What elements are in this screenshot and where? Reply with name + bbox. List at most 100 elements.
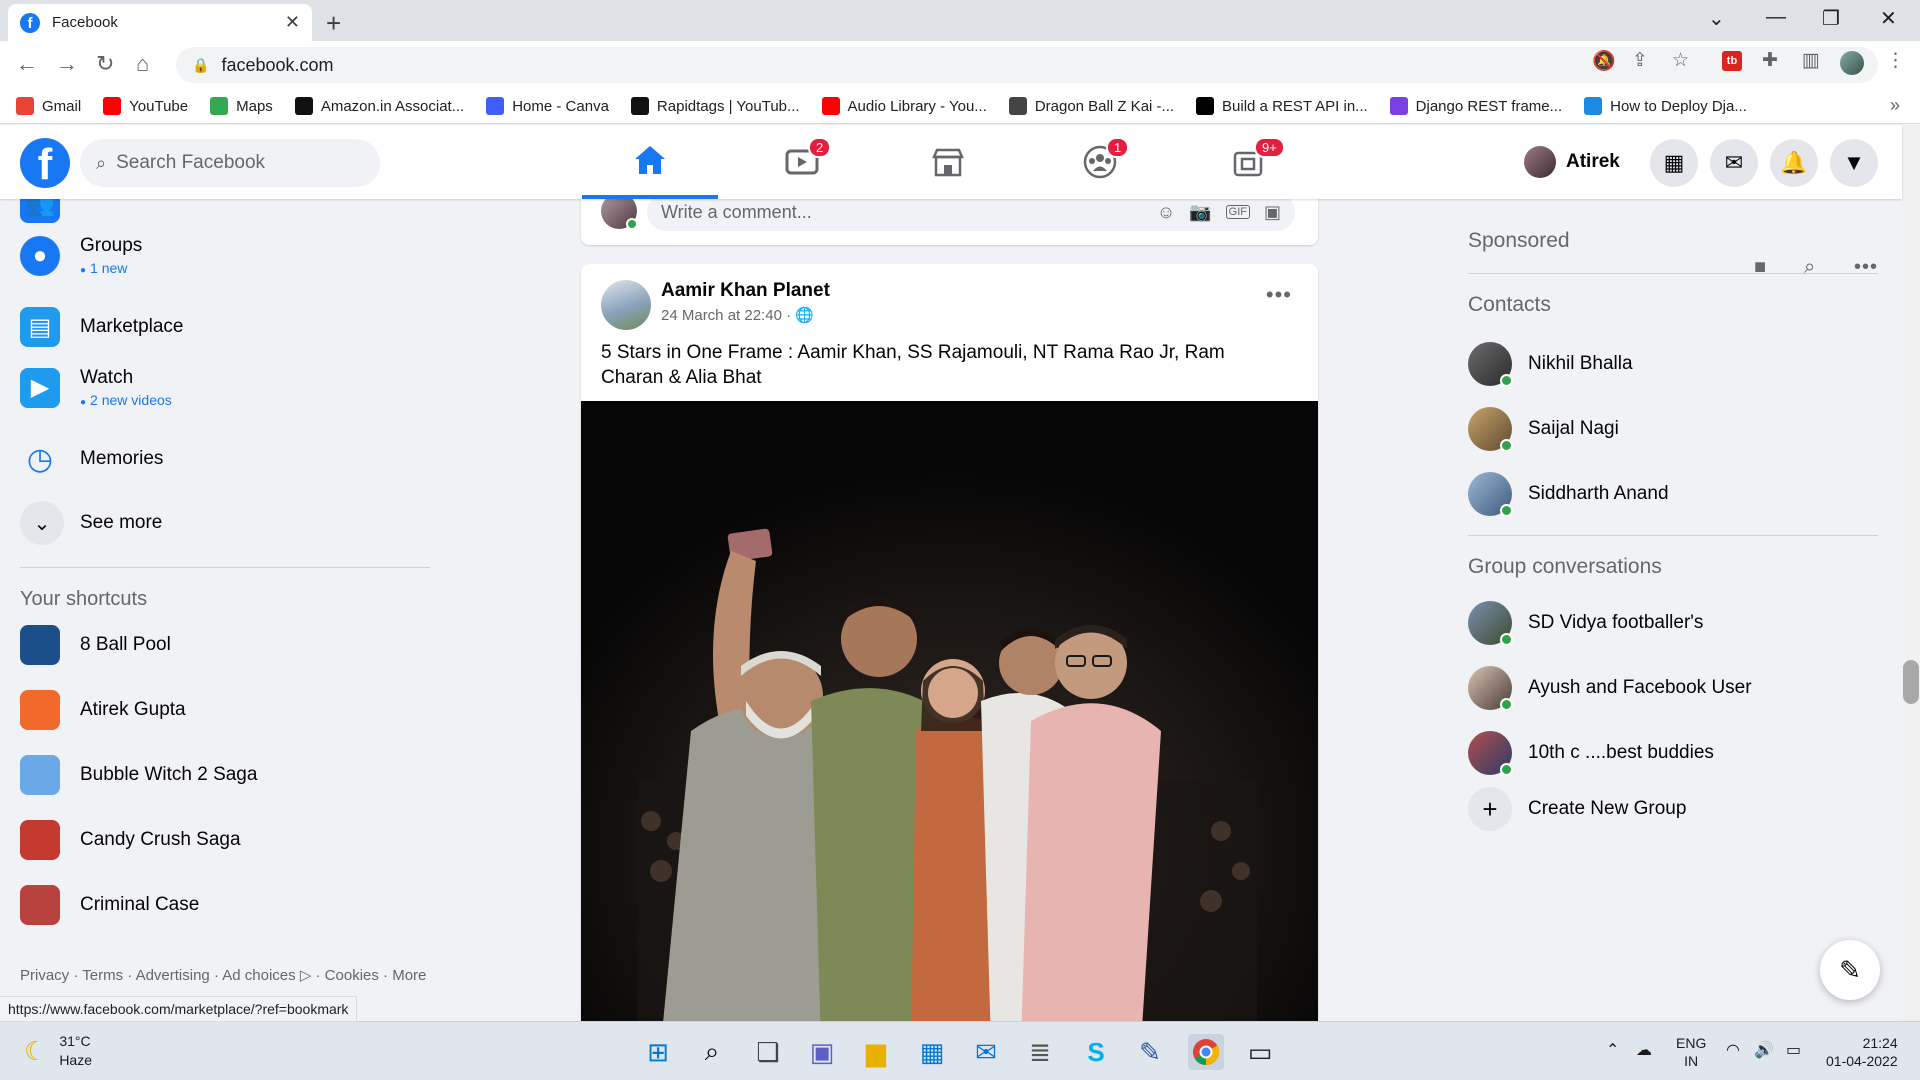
- shortcut-item[interactable]: Candy Crush Saga: [20, 820, 241, 860]
- sidebar-item-marketplace[interactable]: ▤ Marketplace: [20, 307, 184, 347]
- tab-search-icon[interactable]: ⌄: [1708, 6, 1725, 31]
- bookmark-item[interactable]: Dragon Ball Z Kai -...: [1008, 97, 1174, 115]
- search-icon[interactable]: ⌕: [694, 1034, 730, 1070]
- search-box[interactable]: ⌕: [80, 139, 380, 187]
- address-bar[interactable]: 🔒 facebook.com: [176, 47, 1878, 83]
- tab-home[interactable]: [582, 125, 718, 199]
- wifi-icon[interactable]: ◠: [1726, 1040, 1740, 1060]
- task-view-icon[interactable]: ❏: [750, 1034, 786, 1070]
- bookmark-item[interactable]: Maps: [210, 97, 273, 115]
- page-scrollbar[interactable]: [1902, 125, 1920, 1021]
- back-icon[interactable]: ←: [16, 51, 38, 77]
- account-button[interactable]: ▼: [1830, 139, 1878, 187]
- onedrive-icon[interactable]: ☁: [1636, 1040, 1652, 1060]
- terminal-icon[interactable]: ▭: [1242, 1034, 1278, 1070]
- tab-gaming[interactable]: 9+: [1180, 125, 1316, 199]
- language-indicator[interactable]: ENG IN: [1676, 1034, 1706, 1070]
- sidebar-item-friends[interactable]: 👥: [20, 199, 80, 223]
- minimize-icon[interactable]: —: [1766, 6, 1786, 29]
- camera-icon[interactable]: 📷: [1189, 202, 1211, 223]
- contact-item[interactable]: Siddharth Anand: [1468, 472, 1669, 517]
- group-conversation-item[interactable]: Ayush and Facebook User: [1468, 666, 1752, 711]
- bookmark-item[interactable]: Home - Canva: [486, 97, 609, 115]
- create-group-button[interactable]: + Create New Group: [1468, 787, 1686, 831]
- bookmark-item[interactable]: Gmail: [16, 97, 81, 115]
- start-icon[interactable]: ⊞: [640, 1034, 676, 1070]
- browser-tab[interactable]: f Facebook ✕: [8, 4, 312, 41]
- shortcut-item[interactable]: Criminal Case: [20, 885, 199, 925]
- contact-item[interactable]: Saijal Nagi: [1468, 407, 1619, 452]
- messenger-button[interactable]: ✉: [1710, 139, 1758, 187]
- clock[interactable]: 21:24 01-04-2022: [1826, 1034, 1898, 1070]
- bookmark-star-icon[interactable]: ☆: [1672, 49, 1689, 72]
- reload-icon[interactable]: ↻: [96, 51, 114, 77]
- gif-icon[interactable]: GIF: [1225, 205, 1250, 219]
- chrome-menu-icon[interactable]: ⋮: [1886, 49, 1905, 72]
- notepad-icon[interactable]: ✎: [1132, 1034, 1168, 1070]
- bookmark-item[interactable]: Django REST frame...: [1389, 97, 1562, 115]
- group-conversation-item[interactable]: 10th c ....best buddies: [1468, 731, 1714, 776]
- share-icon[interactable]: ⇪: [1632, 49, 1648, 72]
- restore-icon[interactable]: ❐: [1822, 6, 1840, 31]
- post-author-avatar[interactable]: [601, 280, 651, 330]
- tab-groups[interactable]: 1: [1032, 125, 1168, 199]
- video-call-icon[interactable]: ■: [1754, 256, 1766, 279]
- close-tab-icon[interactable]: ✕: [285, 12, 300, 33]
- chrome-profile-avatar[interactable]: [1840, 51, 1864, 75]
- new-message-button[interactable]: ✎: [1820, 940, 1880, 1000]
- emoji-icon[interactable]: ☺: [1157, 202, 1175, 223]
- new-tab-icon[interactable]: +: [326, 8, 341, 39]
- forward-icon[interactable]: →: [56, 51, 78, 77]
- profile-shortcut[interactable]: Atirek: [1524, 142, 1620, 182]
- weather-widget[interactable]: ☾ 31°C Haze: [24, 1032, 92, 1070]
- mail-icon[interactable]: ✉: [968, 1034, 1004, 1070]
- tab-marketplace[interactable]: [880, 125, 1016, 199]
- lock-icon[interactable]: 🔒: [192, 57, 209, 74]
- post-author[interactable]: Aamir Khan Planet: [661, 280, 830, 302]
- home-icon[interactable]: ⌂: [136, 51, 149, 77]
- side-panel-icon[interactable]: ▥: [1802, 49, 1820, 72]
- sidebar-item-memories[interactable]: ◷ Memories: [20, 439, 164, 479]
- chrome-icon[interactable]: [1188, 1034, 1224, 1070]
- facebook-logo-icon[interactable]: f: [20, 138, 70, 188]
- bookmark-item[interactable]: Build a REST API in...: [1196, 97, 1368, 115]
- scrollbar-thumb[interactable]: [1903, 660, 1919, 704]
- window-close-icon[interactable]: ✕: [1880, 6, 1897, 31]
- notifications-button[interactable]: 🔔: [1770, 139, 1818, 187]
- store-icon[interactable]: ▦: [914, 1034, 950, 1070]
- extension-tb-icon[interactable]: tb: [1722, 51, 1742, 71]
- extensions-puzzle-icon[interactable]: ✚: [1762, 49, 1778, 72]
- more-options-icon[interactable]: •••: [1854, 256, 1878, 279]
- post-meta[interactable]: 24 March at 22:40 · 🌐: [661, 306, 814, 324]
- more-options-icon[interactable]: •••: [1266, 282, 1292, 308]
- shortcut-item[interactable]: Atirek Gupta: [20, 690, 186, 730]
- bookmark-item[interactable]: Rapidtags | YouTub...: [630, 97, 800, 115]
- chat-icon[interactable]: ▣: [804, 1034, 840, 1070]
- post-photo[interactable]: [581, 401, 1318, 1044]
- see-more-button[interactable]: ⌄ See more: [20, 501, 162, 545]
- bookmark-item[interactable]: How to Deploy Dja...: [1584, 97, 1747, 115]
- chevron-up-icon[interactable]: ⌃: [1606, 1040, 1619, 1060]
- search-icon[interactable]: ⌕: [1804, 256, 1815, 279]
- menu-grid-button[interactable]: ▦: [1650, 139, 1698, 187]
- contact-item[interactable]: Nikhil Bhalla: [1468, 342, 1633, 387]
- footer-links[interactable]: Privacy · Terms · Advertising · Ad choic…: [20, 966, 426, 984]
- search-input[interactable]: [116, 152, 347, 174]
- shortcut-item[interactable]: Bubble Witch 2 Saga: [20, 755, 257, 795]
- volume-icon[interactable]: 🔊: [1754, 1040, 1774, 1060]
- database-icon[interactable]: ≣: [1022, 1034, 1058, 1070]
- battery-icon[interactable]: ▭: [1786, 1040, 1801, 1060]
- bookmark-item[interactable]: YouTube: [103, 97, 188, 115]
- tab-watch[interactable]: 2: [734, 125, 870, 199]
- bookmark-item[interactable]: Audio Library - You...: [821, 97, 987, 115]
- notifications-blocked-icon[interactable]: 🔕: [1592, 49, 1616, 73]
- sidebar-item-watch[interactable]: ▶ Watch 2 new videos: [20, 367, 172, 408]
- file-explorer-icon[interactable]: ▆: [858, 1034, 894, 1070]
- sticker-icon[interactable]: ▣: [1264, 202, 1281, 223]
- group-conversation-item[interactable]: SD Vidya footballer's: [1468, 601, 1703, 646]
- sidebar-item-groups[interactable]: ● Groups 1 new: [20, 235, 142, 276]
- skype-icon[interactable]: S: [1078, 1034, 1114, 1070]
- shortcut-item[interactable]: 8 Ball Pool: [20, 625, 171, 665]
- bookmark-item[interactable]: Amazon.in Associat...: [294, 97, 464, 115]
- bookmarks-overflow-icon[interactable]: »: [1890, 95, 1900, 116]
